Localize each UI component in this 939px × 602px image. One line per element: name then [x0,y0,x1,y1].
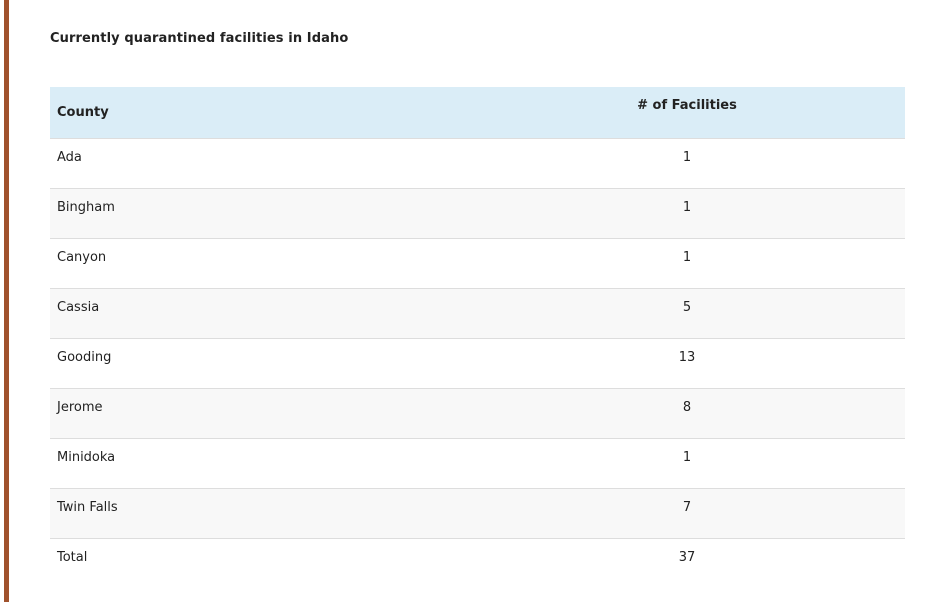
county-cell: Bingham [50,188,469,239]
county-cell: Minidoka [50,438,469,489]
table-caption: Currently quarantined facilities in Idah… [50,31,349,46]
table-row: Twin Falls 7 [50,488,905,539]
table-row: Jerome 8 [50,388,905,439]
facility-count-cell: 1 [469,138,905,189]
county-cell: Canyon [50,238,469,289]
table-header-row: County # of Facilities [50,87,905,139]
facility-count-cell: 1 [469,438,905,489]
table-row: Ada 1 [50,138,905,189]
facility-count-cell: 5 [469,288,905,339]
county-cell: Ada [50,138,469,189]
left-accent-bar [4,0,9,602]
total-count-cell: 37 [469,538,905,589]
table-row: Cassia 5 [50,288,905,339]
county-cell: Jerome [50,388,469,439]
facility-count-cell: 8 [469,388,905,439]
column-header-facilities: # of Facilities [469,87,905,139]
facility-count-cell: 1 [469,238,905,289]
column-header-county: County [50,87,469,139]
total-label-cell: Total [50,538,469,589]
facility-count-cell: 7 [469,488,905,539]
county-cell: Cassia [50,288,469,339]
table-row: Bingham 1 [50,188,905,239]
table-row: Gooding 13 [50,338,905,389]
table-row: Canyon 1 [50,238,905,289]
county-cell: Twin Falls [50,488,469,539]
county-cell: Gooding [50,338,469,389]
table-row: Minidoka 1 [50,438,905,489]
facility-count-cell: 13 [469,338,905,389]
page: Currently quarantined facilities in Idah… [0,0,939,602]
facilities-table: County # of Facilities Ada 1 Bingham 1 C… [50,87,905,589]
table-row-total: Total 37 [50,538,905,589]
facility-count-cell: 1 [469,188,905,239]
